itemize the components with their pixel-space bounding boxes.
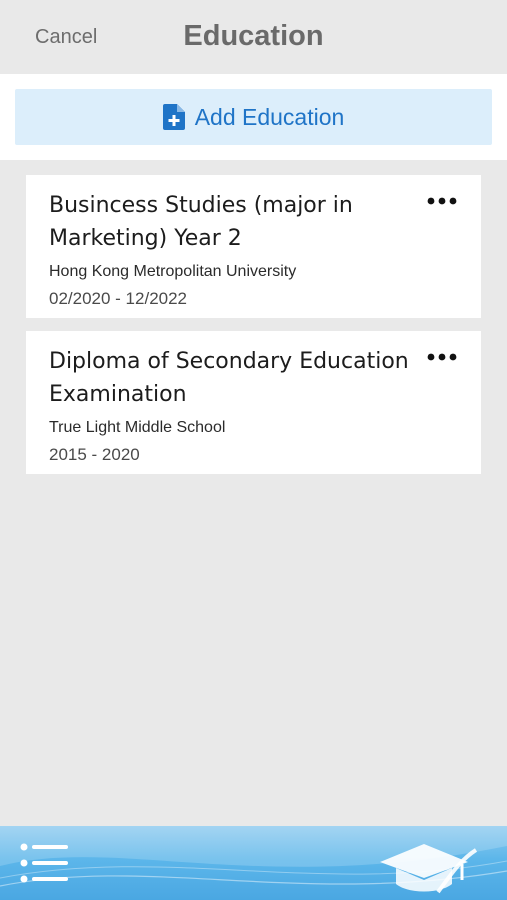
education-title: Diploma of Secondary Education Examinati… [49,345,411,411]
bottom-bar [0,826,507,900]
education-school: Hong Kong Metropolitan University [49,263,297,280]
add-document-icon [162,104,185,130]
page-title: Education [183,20,324,52]
add-education-label: Add Education [194,103,345,130]
education-dates: 2015 - 2020 [49,445,140,464]
education-title: Busincess Studies (major in Marketing) Y… [49,189,411,255]
education-title-line: Busincess Studies (major in [49,193,353,218]
more-options-icon[interactable] [427,351,457,363]
education-title-line: Marketing) Year 2 [49,226,242,251]
education-dates: 02/2020 - 12/2022 [49,289,188,308]
education-card[interactable]: Diploma of Secondary Education Examinati… [26,331,481,474]
graduation-cap-logo-icon [380,844,478,894]
add-education-button[interactable]: Add Education [15,89,492,145]
education-card[interactable]: Busincess Studies (major in Marketing) Y… [26,175,481,318]
education-school: True Light Middle School [49,419,226,436]
add-education-section: Add Education [0,74,507,160]
header-bar: Cancel Education [0,0,507,74]
education-title-line: Diploma of Secondary Education [49,349,409,374]
list-menu-icon[interactable] [20,843,68,883]
more-options-icon[interactable] [427,195,457,207]
education-title-line: Examination [49,382,187,407]
